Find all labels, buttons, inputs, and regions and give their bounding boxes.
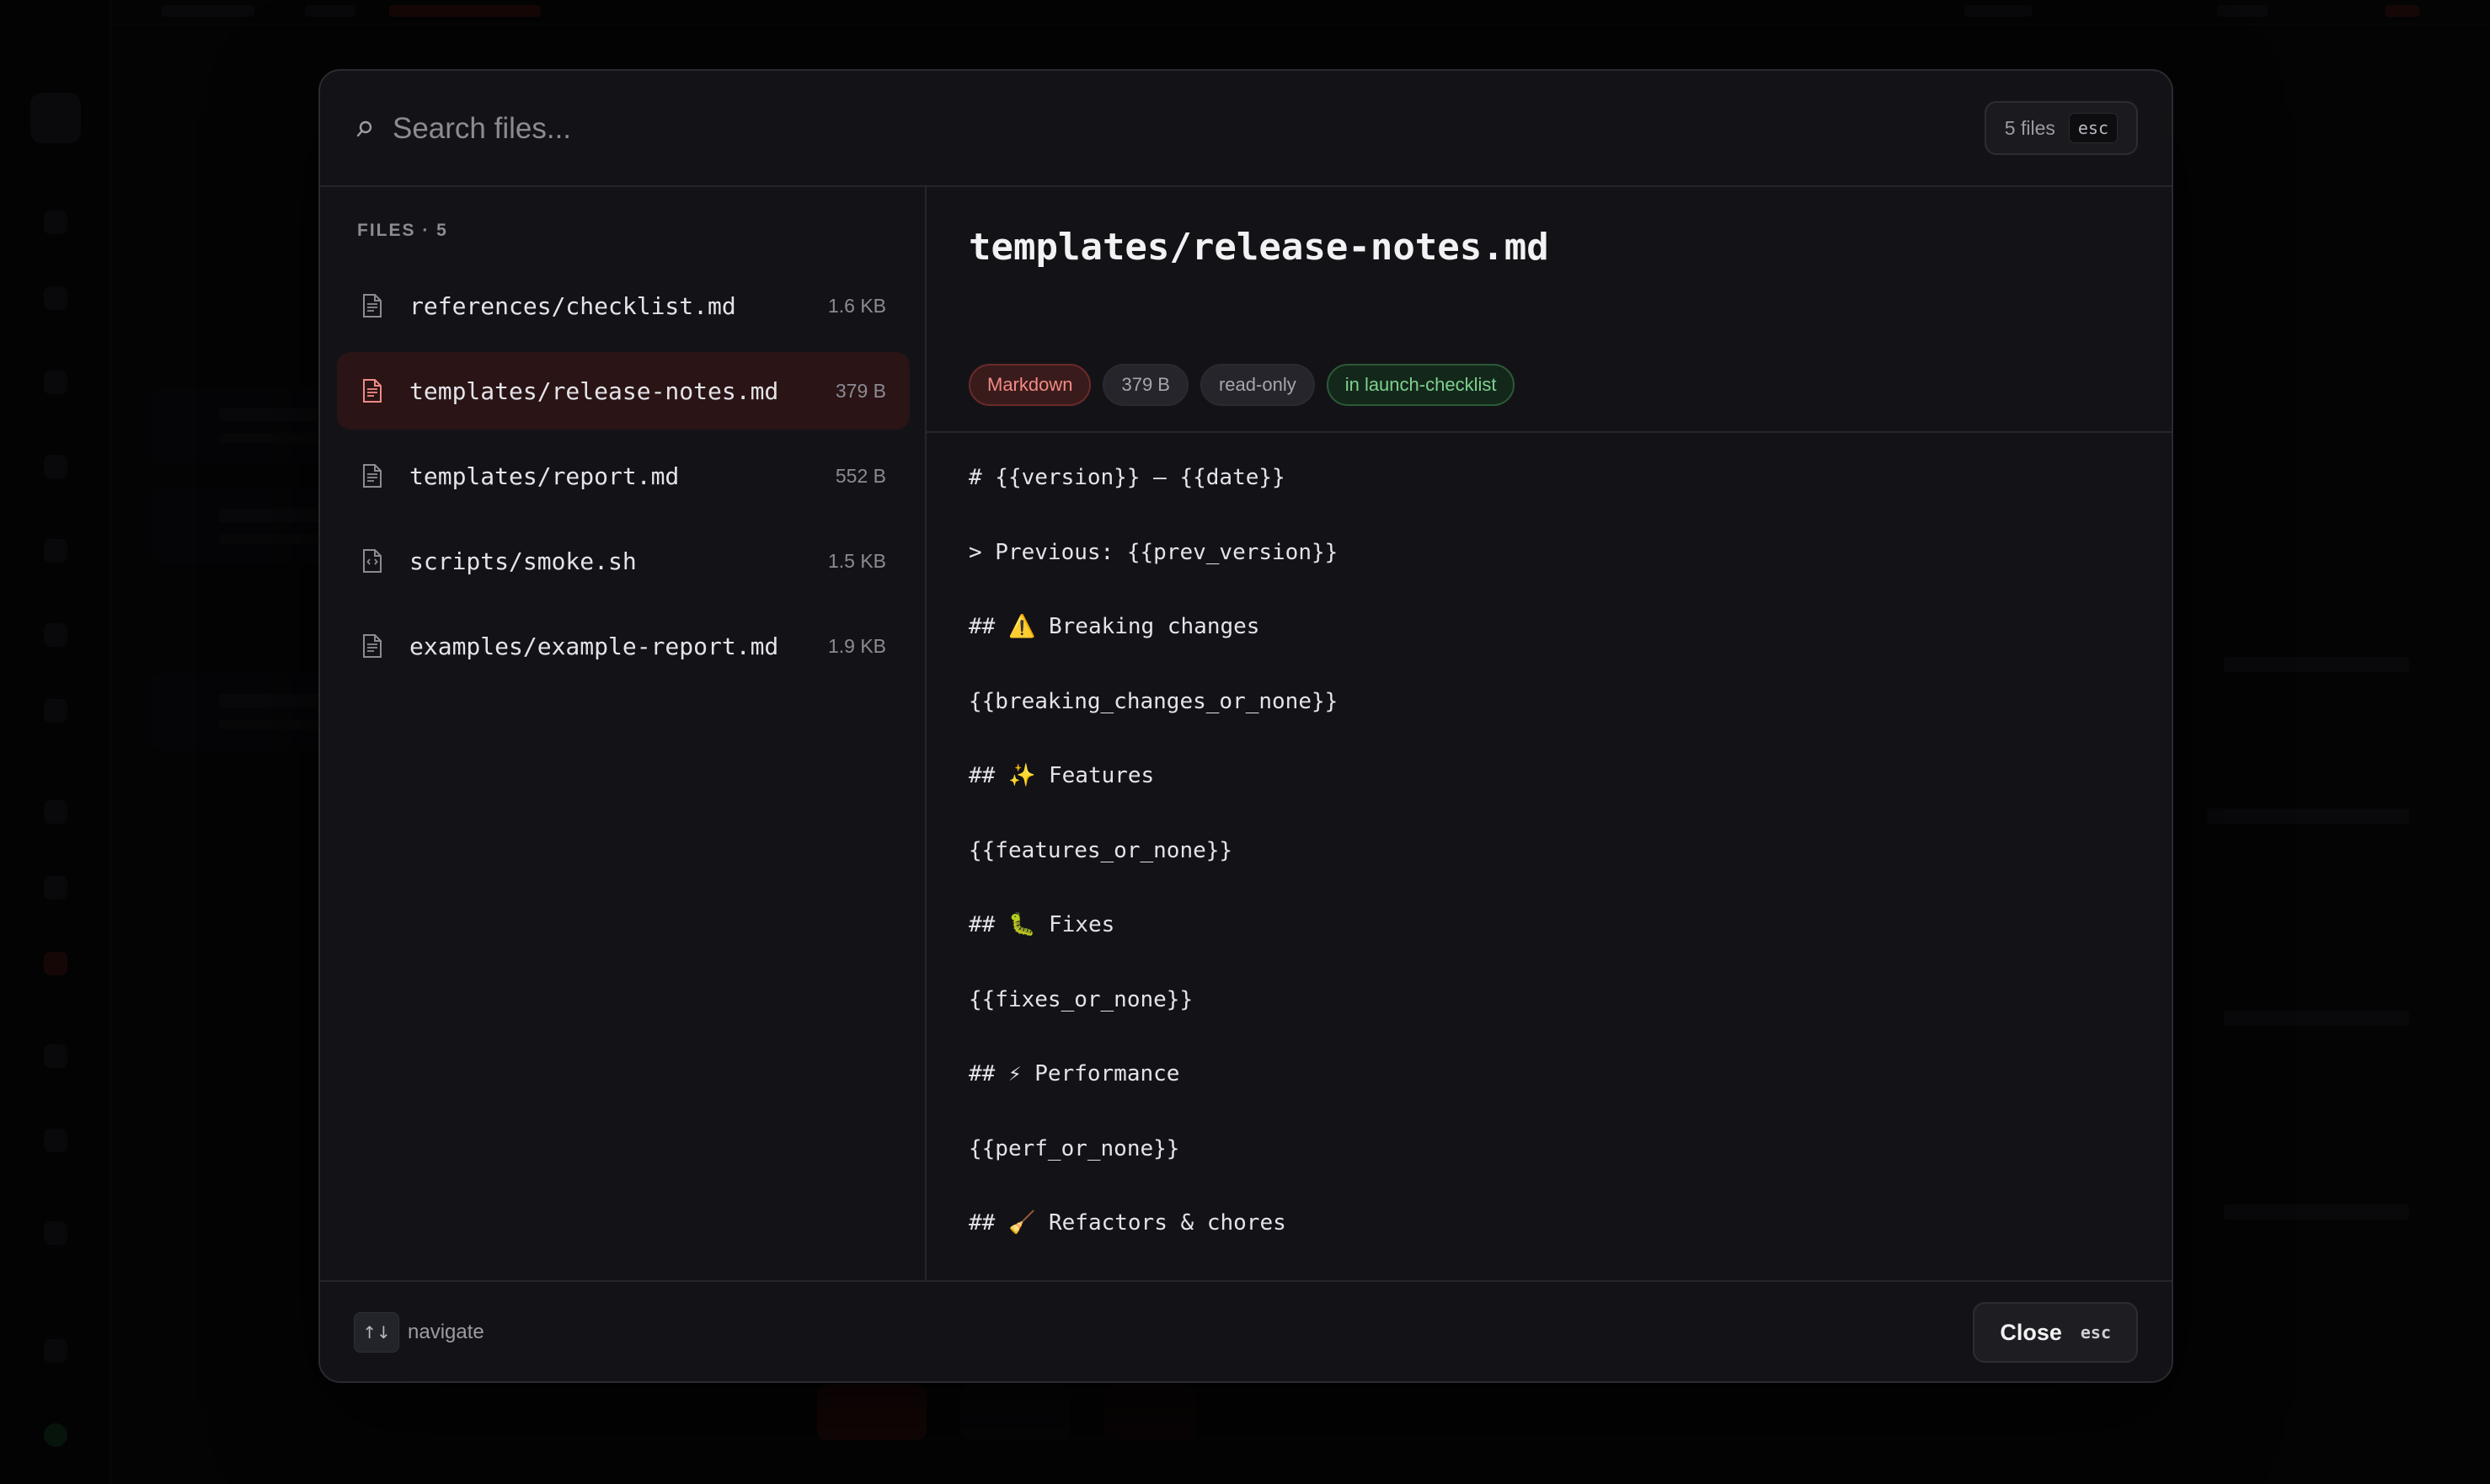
preview-badge: 379 B xyxy=(1103,364,1189,406)
file-size: 552 B xyxy=(835,465,886,487)
preview-badge: Markdown xyxy=(969,364,1092,406)
search-icon xyxy=(356,120,372,137)
code-line: {{fixes_or_none}} xyxy=(969,986,1194,1012)
dialog-footer: ↑↓ navigate Close esc xyxy=(320,1280,2172,1381)
preview-badges: Markdown 379 B read-only in launch-checklis… xyxy=(969,364,1515,406)
search-bar: 5 files esc xyxy=(320,71,2172,187)
preview-title: templates/release-notes.md xyxy=(969,226,1549,269)
file-code-icon xyxy=(363,549,382,573)
file-name: examples/example-report.md xyxy=(409,633,779,660)
file-browser-dialog: 5 files esc FILES · 5 references/checkli… xyxy=(318,69,2173,1383)
preview-badge: read-only xyxy=(1200,364,1315,406)
search-input[interactable] xyxy=(393,103,1825,155)
file-count-label: 5 files xyxy=(2004,116,2055,139)
close-button[interactable]: Close esc xyxy=(1973,1302,2138,1363)
file-text-icon xyxy=(363,379,382,403)
close-esc-hint: esc xyxy=(2080,1322,2111,1343)
file-text-icon xyxy=(363,294,382,318)
file-text-icon xyxy=(363,634,382,658)
file-size: 1.9 KB xyxy=(827,635,886,657)
file-preview-panel: templates/release-notes.md Markdown 379 B… xyxy=(927,187,2172,1311)
file-size: 1.6 KB xyxy=(827,295,886,317)
files-heading: FILES · 5 xyxy=(357,221,448,240)
file-name: scripts/smoke.sh xyxy=(409,547,637,575)
divider xyxy=(927,431,2172,433)
file-list-panel: FILES · 5 references/checklist.md 1.6 KB t… xyxy=(320,187,927,1284)
file-name: templates/release-notes.md xyxy=(409,377,779,405)
navigate-hint-label: navigate xyxy=(408,1321,484,1343)
file-size: 379 B xyxy=(835,380,886,402)
file-size: 1.5 KB xyxy=(827,550,886,572)
file-list-item[interactable]: templates/report.md 552 B xyxy=(337,437,910,515)
code-line: {{breaking_changes_or_none}} xyxy=(969,688,1339,714)
code-line: ## 🧹 Refactors & chores xyxy=(969,1210,1286,1236)
close-button-label: Close xyxy=(2000,1319,2062,1345)
code-line: ## ⚠️ Breaking changes xyxy=(969,614,1260,639)
file-name: templates/report.md xyxy=(409,462,680,490)
file-text-icon xyxy=(363,464,382,488)
file-list-item[interactable]: scripts/smoke.sh 1.5 KB xyxy=(337,522,910,600)
file-list-item[interactable]: examples/example-report.md 1.9 KB xyxy=(337,607,910,685)
file-name: references/checklist.md xyxy=(409,292,736,320)
arrow-keys-hint: ↑↓ xyxy=(354,1312,399,1353)
code-line: # {{version}} — {{date}} xyxy=(969,465,1285,490)
file-list-item[interactable]: templates/release-notes.md 379 B xyxy=(337,352,910,430)
code-line: ## 🐛 Fixes xyxy=(969,912,1115,937)
file-list-item[interactable]: references/checklist.md 1.6 KB xyxy=(337,267,910,344)
code-line: {{features_or_none}} xyxy=(969,837,1233,863)
preview-badge: in launch-checklist xyxy=(1326,364,1515,406)
esc-key-hint: esc xyxy=(2068,113,2118,143)
code-line: ## ⚡ Performance xyxy=(969,1061,1180,1086)
code-line: {{perf_or_none}} xyxy=(969,1135,1180,1161)
file-count-badge: 5 files esc xyxy=(1984,101,2138,155)
code-line: > Previous: {{prev_version}} xyxy=(969,539,1339,565)
code-line: ## ✨ Features xyxy=(969,763,1155,788)
